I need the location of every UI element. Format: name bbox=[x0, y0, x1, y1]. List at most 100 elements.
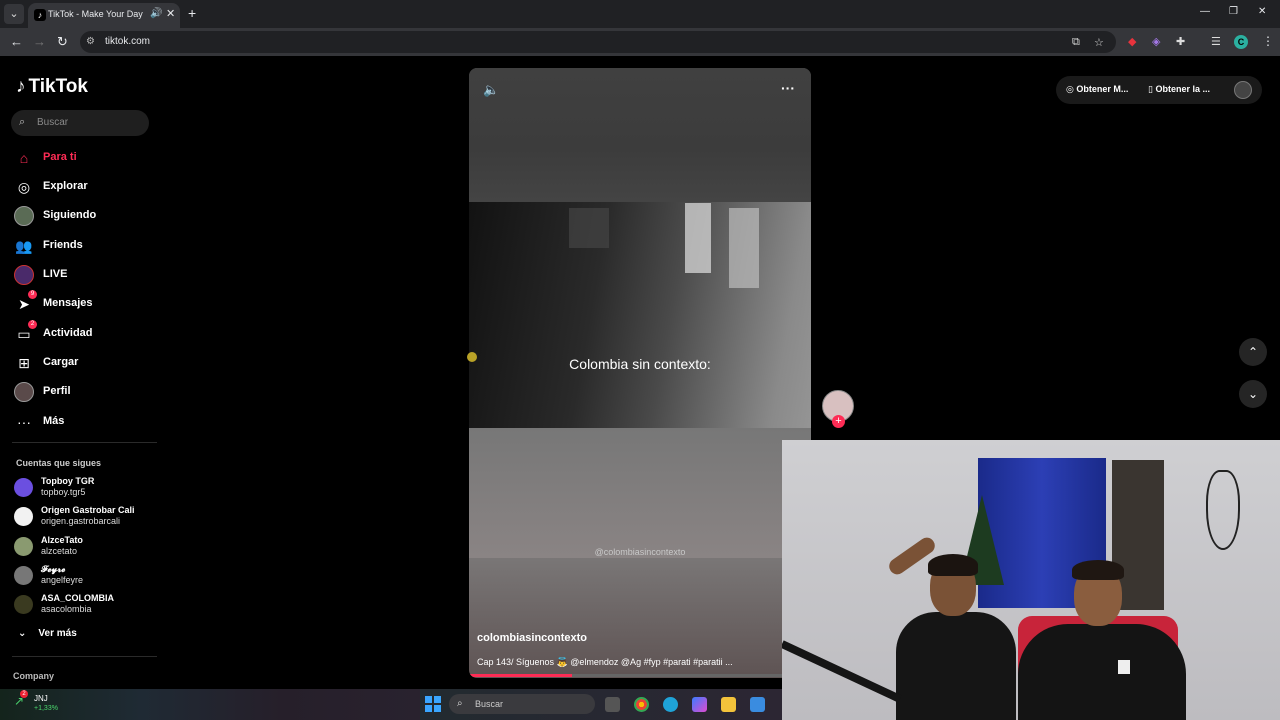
account-name: Origen Gastrobar Cali bbox=[41, 505, 135, 515]
file-explorer-icon[interactable] bbox=[721, 697, 736, 712]
extensions-puzzle-icon[interactable]: ✚ bbox=[1176, 35, 1185, 48]
following-account[interactable]: Topboy TGR topboy.tgr5 bbox=[14, 475, 159, 501]
sidebar-item-label: Cargar bbox=[43, 356, 79, 368]
site-info-icon[interactable]: ⚙ bbox=[86, 36, 95, 47]
sidebar-item-actividad[interactable]: ▭ 2 Actividad bbox=[14, 320, 154, 345]
person-hair bbox=[928, 554, 978, 576]
divider bbox=[12, 656, 157, 657]
tab-search-button[interactable]: ⌄ bbox=[4, 4, 24, 24]
sidebar-item-label: Explorar bbox=[43, 180, 88, 192]
account-name: AlzceTato bbox=[41, 535, 83, 545]
tiktok-note-icon: ♪ bbox=[16, 76, 26, 97]
sidebar-item-label: Perfil bbox=[43, 385, 71, 397]
sidebar-item-label: Friends bbox=[43, 239, 83, 251]
install-app-icon[interactable]: ⧉ bbox=[1072, 36, 1080, 49]
stock-name[interactable]: JNJ bbox=[34, 694, 48, 703]
avatar bbox=[14, 206, 34, 226]
volume-icon[interactable]: 🔈 bbox=[483, 82, 499, 98]
sidebar-item-perfil[interactable]: Perfil bbox=[14, 381, 154, 403]
avatar bbox=[14, 537, 33, 556]
video-frame-door bbox=[569, 208, 609, 248]
sidebar-item-cargar[interactable]: ⊞ Cargar bbox=[14, 352, 154, 374]
friends-icon: 👥 bbox=[15, 238, 33, 254]
browser-menu-icon[interactable]: ⋮ bbox=[1262, 34, 1274, 48]
get-app-button[interactable]: ▯ Obtener la ... bbox=[1148, 84, 1210, 95]
video-description[interactable]: Cap 143/ Síguenos 👼 @elmendoz @Ag #fyp #… bbox=[477, 657, 807, 668]
taskbar-search-input[interactable]: ⌕ Buscar bbox=[449, 694, 595, 714]
previous-video-button[interactable]: ⌃ bbox=[1239, 338, 1267, 366]
sidebar-item-label: Siguiendo bbox=[43, 209, 97, 221]
store-icon[interactable] bbox=[750, 697, 765, 712]
search-input[interactable]: ⌕ Buscar bbox=[11, 110, 149, 136]
avatar bbox=[14, 507, 33, 526]
sidebar-item-live[interactable]: LIVE bbox=[14, 264, 154, 286]
video-options-icon[interactable]: ··· bbox=[781, 80, 795, 96]
following-account[interactable]: ASA_COLOMBIA asacolombia bbox=[14, 592, 159, 618]
minimize-icon[interactable]: — bbox=[1200, 6, 1210, 17]
windows-start-icon[interactable] bbox=[425, 696, 441, 712]
sidebar-item-mas[interactable]: ··· Más bbox=[14, 411, 154, 433]
copilot-icon[interactable] bbox=[692, 697, 707, 712]
compass-icon: ◎ bbox=[17, 179, 31, 195]
sidebar-item-siguiendo[interactable]: Siguiendo bbox=[14, 205, 154, 227]
home-icon: ⌂ bbox=[19, 150, 29, 166]
avatar[interactable] bbox=[1234, 81, 1252, 99]
video-author[interactable]: colombiasincontexto bbox=[477, 632, 587, 644]
webcam-overlay bbox=[782, 440, 1280, 720]
close-tab-icon[interactable]: ✕ bbox=[166, 7, 175, 20]
browser-tab[interactable]: ♪ TikTok - Make Your Day 🔊 ✕ bbox=[28, 3, 180, 28]
speaker-icon[interactable]: 🔊 bbox=[150, 8, 162, 19]
sidebar-item-para-ti[interactable]: ⌂ Para ti bbox=[14, 147, 154, 169]
tiktok-logo[interactable]: ♪ TikTok bbox=[16, 76, 88, 98]
see-more-button[interactable]: ⌄ Ver más bbox=[18, 628, 77, 639]
notification-badge: 2 bbox=[28, 320, 37, 329]
search-icon: ⌕ bbox=[19, 116, 26, 128]
video-frame-door bbox=[729, 208, 759, 288]
address-bar[interactable]: ⚙ tiktok.com ⧉ ☆ bbox=[80, 31, 1116, 53]
get-coins-button[interactable]: ◎ Obtener M... bbox=[1066, 84, 1128, 95]
account-handle: topboy.tgr5 bbox=[41, 487, 86, 497]
following-account[interactable]: Origen Gastrobar Cali origen.gastrobarca… bbox=[14, 504, 159, 530]
back-icon[interactable]: ← bbox=[10, 34, 23, 49]
browser-tab-bar: ⌄ ♪ TikTok - Make Your Day 🔊 ✕ + — ❐ ✕ bbox=[0, 0, 1280, 28]
account-handle: origen.gastrobarcali bbox=[41, 516, 121, 526]
video-frame-door bbox=[685, 203, 711, 273]
notification-badge: 9 bbox=[28, 290, 37, 299]
url-text[interactable]: tiktok.com bbox=[105, 36, 150, 47]
forward-icon[interactable]: → bbox=[33, 34, 46, 49]
sidebar-item-friends[interactable]: 👥 Friends bbox=[14, 235, 154, 257]
follow-plus-icon[interactable]: + bbox=[832, 415, 845, 428]
extension-shield-icon[interactable]: ◈ bbox=[1152, 35, 1160, 48]
person-body bbox=[896, 612, 1016, 720]
tab-title: TikTok - Make Your Day bbox=[48, 9, 143, 19]
video-watermark: @colombiasincontexto bbox=[594, 547, 686, 557]
bookmark-star-icon[interactable]: ☆ bbox=[1094, 36, 1104, 49]
tiktok-favicon-icon: ♪ bbox=[34, 9, 46, 21]
video-player[interactable]: 🔈 ··· Colombia sin contexto: @colombiasi… bbox=[469, 68, 811, 678]
new-tab-button[interactable]: + bbox=[188, 5, 196, 21]
sidebar-item-label: Actividad bbox=[43, 327, 93, 339]
media-control-icon[interactable]: ☰ bbox=[1211, 35, 1221, 48]
next-video-button[interactable]: ⌄ bbox=[1239, 380, 1267, 408]
coin-icon: ◎ bbox=[1066, 84, 1077, 94]
maximize-icon[interactable]: ❐ bbox=[1229, 6, 1238, 17]
chrome-icon[interactable] bbox=[634, 697, 649, 712]
company-link[interactable]: Company bbox=[13, 671, 54, 681]
edge-icon[interactable] bbox=[663, 697, 678, 712]
search-placeholder: Buscar bbox=[37, 117, 69, 128]
following-account[interactable]: 𝓕𝓮𝔂𝓻𝓮 angelfeyre bbox=[14, 563, 159, 589]
video-progress-bar[interactable] bbox=[469, 674, 811, 677]
webcam-person bbox=[886, 534, 1016, 720]
sidebar-item-label: Para ti bbox=[43, 151, 77, 163]
avatar bbox=[14, 566, 33, 585]
sidebar-item-mensajes[interactable]: ➤ 9 Mensajes bbox=[14, 290, 154, 315]
sidebar-item-label: LIVE bbox=[43, 268, 68, 280]
close-window-icon[interactable]: ✕ bbox=[1258, 6, 1266, 17]
profile-avatar[interactable]: C bbox=[1234, 35, 1248, 49]
task-view-icon[interactable] bbox=[605, 697, 620, 712]
sidebar-item-explorar[interactable]: ◎ Explorar bbox=[14, 176, 154, 198]
account-handle: angelfeyre bbox=[41, 575, 84, 585]
reload-icon[interactable]: ↻ bbox=[57, 34, 68, 50]
following-account[interactable]: AlzceTato alzcetato bbox=[14, 534, 159, 560]
extension-red-icon[interactable]: ◆ bbox=[1128, 35, 1136, 48]
